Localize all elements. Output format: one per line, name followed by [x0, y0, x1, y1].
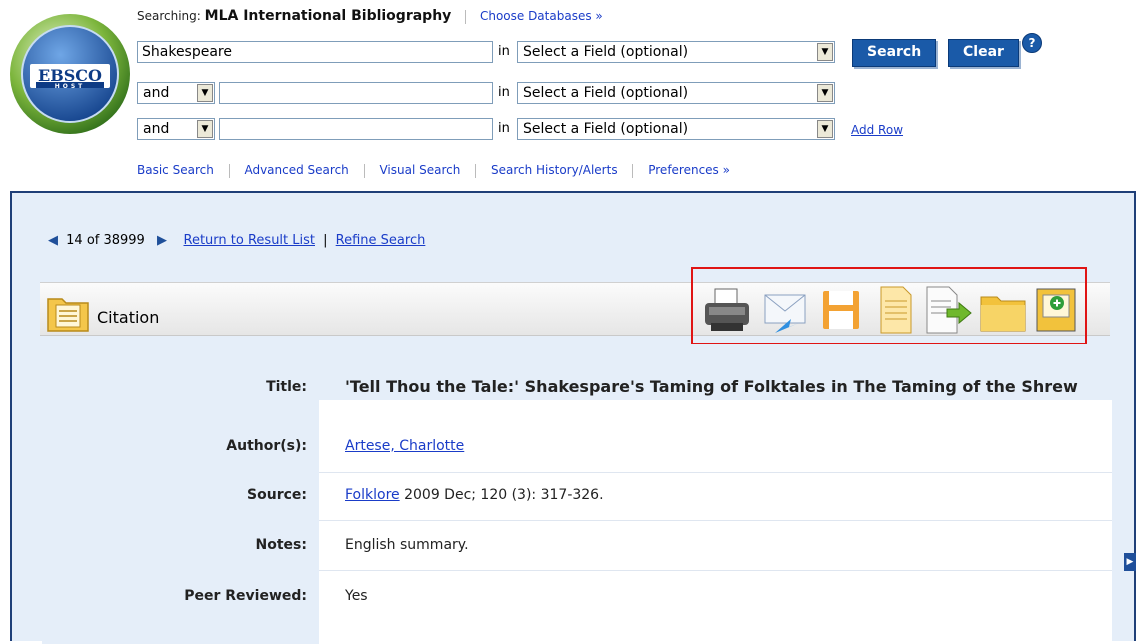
search-mode-nav: Basic Search Advanced Search Visual Sear… — [137, 163, 730, 178]
database-name: MLA International Bibliography — [204, 8, 452, 24]
help-icon[interactable]: ? — [1022, 33, 1042, 53]
left-strip — [42, 344, 80, 644]
peer-reviewed-value: Yes — [345, 588, 368, 604]
search-button[interactable]: Search — [852, 39, 937, 67]
next-result-icon[interactable]: ▶ — [157, 233, 167, 248]
field-select-value: Select a Field (optional) — [523, 85, 689, 101]
boolean-operator-value: and — [143, 85, 170, 101]
source-label: Source: — [247, 487, 307, 503]
source-journal-link[interactable]: Folklore — [345, 487, 400, 503]
previous-result-icon[interactable]: ◀ — [48, 233, 58, 248]
field-select-value: Select a Field (optional) — [523, 44, 689, 60]
tools-highlight-box — [691, 267, 1087, 345]
result-position: 14 of 38999 — [66, 233, 145, 248]
ebsco-host-logo[interactable]: EBSCO HOST — [8, 12, 132, 136]
citation-folder-icon — [47, 298, 89, 332]
chevron-down-icon[interactable]: ▼ — [197, 84, 213, 102]
email-icon[interactable] — [759, 283, 811, 337]
boolean-operator-value: and — [143, 121, 170, 137]
cite-icon[interactable] — [869, 283, 921, 337]
searching-line: Searching: MLA International Bibliograph… — [137, 8, 603, 24]
field-select-2[interactable]: Select a Field (optional) ▼ — [517, 82, 835, 104]
chevron-down-icon[interactable]: ▼ — [197, 120, 213, 138]
notes-label: Notes: — [255, 537, 307, 553]
record-panel: ◀ 14 of 38999 ▶ Return to Result List | … — [10, 191, 1136, 644]
expand-sidebar-icon[interactable]: ▶ — [1124, 553, 1136, 571]
source-value: Folklore 2009 Dec; 120 (3): 317-326. — [345, 487, 604, 503]
citation-heading: Citation — [97, 308, 160, 327]
field-select-value: Select a Field (optional) — [523, 121, 689, 137]
field-select-3[interactable]: Select a Field (optional) ▼ — [517, 118, 835, 140]
return-to-result-list-link[interactable]: Return to Result List — [184, 233, 315, 248]
divider — [632, 163, 634, 178]
author-label: Author(s): — [226, 438, 307, 454]
divider — [319, 472, 1112, 473]
result-pager: ◀ 14 of 38999 ▶ Return to Result List | … — [48, 233, 425, 248]
search-term-input-3[interactable] — [219, 118, 493, 140]
divider — [475, 163, 477, 178]
search-row-3: and ▼ in Select a Field (optional) ▼ Add… — [137, 118, 937, 142]
author-link[interactable]: Artese, Charlotte — [345, 438, 464, 454]
search-row-2: and ▼ in Select a Field (optional) ▼ — [137, 82, 857, 106]
source-details: 2009 Dec; 120 (3): 317-326. — [399, 487, 604, 503]
add-row-link[interactable]: Add Row — [851, 123, 903, 137]
search-history-link[interactable]: Search History/Alerts — [491, 163, 618, 177]
choose-databases-link[interactable]: Choose Databases » — [480, 9, 603, 23]
divider — [319, 570, 1112, 571]
visual-search-link[interactable]: Visual Search — [379, 163, 460, 177]
record-title: 'Tell Thou the Tale:' Shakespare's Tamin… — [345, 377, 1078, 396]
in-label: in — [498, 85, 510, 100]
basic-search-link[interactable]: Basic Search — [137, 163, 214, 177]
boolean-operator-select-2[interactable]: and ▼ — [137, 82, 215, 104]
advanced-search-link[interactable]: Advanced Search — [244, 163, 348, 177]
search-row-1: Shakespeare in Select a Field (optional)… — [137, 33, 1137, 67]
divider: | — [323, 233, 328, 248]
divider — [228, 163, 230, 178]
search-term-input-2[interactable] — [219, 82, 493, 104]
refine-search-link[interactable]: Refine Search — [336, 233, 426, 248]
search-term-input-1[interactable]: Shakespeare — [137, 41, 493, 63]
preferences-link[interactable]: Preferences » — [648, 163, 730, 177]
chevron-down-icon[interactable]: ▼ — [817, 43, 833, 61]
add-to-folder-icon[interactable] — [1031, 283, 1083, 337]
save-icon[interactable] — [815, 283, 867, 337]
field-select-1[interactable]: Select a Field (optional) ▼ — [517, 41, 835, 63]
chevron-down-icon[interactable]: ▼ — [817, 84, 833, 102]
notes-value: English summary. — [345, 537, 469, 553]
logo-subtext: HOST — [55, 83, 86, 90]
divider — [319, 520, 1112, 521]
peer-reviewed-label: Peer Reviewed: — [184, 588, 307, 604]
divider — [465, 9, 467, 24]
citation-details: Title: 'Tell Thou the Tale:' Shakespare'… — [42, 344, 1112, 644]
in-label: in — [498, 44, 510, 59]
searching-prefix: Searching: — [137, 9, 201, 23]
clear-button[interactable]: Clear — [948, 39, 1019, 67]
boolean-operator-select-3[interactable]: and ▼ — [137, 118, 215, 140]
divider — [363, 163, 365, 178]
chevron-down-icon[interactable]: ▼ — [817, 120, 833, 138]
export-icon[interactable] — [921, 283, 973, 337]
print-icon[interactable] — [701, 283, 753, 337]
folder-icon[interactable] — [977, 283, 1029, 337]
in-label: in — [498, 121, 510, 136]
title-label: Title: — [266, 379, 307, 395]
